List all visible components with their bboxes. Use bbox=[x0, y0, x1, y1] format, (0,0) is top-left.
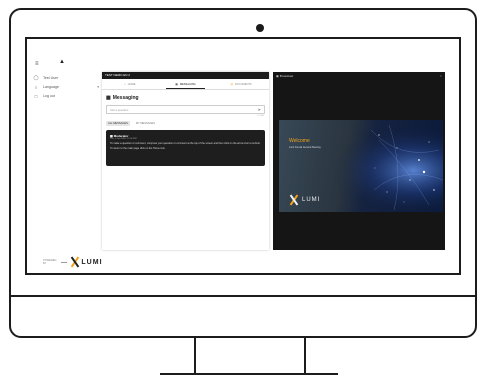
powered-by-label: POWERED BY bbox=[43, 259, 57, 265]
ask-question-placeholder: Ask a question bbox=[110, 107, 129, 112]
sidebar-item-user[interactable]: ◯ Test User bbox=[31, 74, 101, 82]
document-icon: ▤ bbox=[230, 82, 234, 86]
broadcast-video[interactable]: Welcome Lumi Annual General Meeting LUMI bbox=[279, 120, 443, 212]
tab-label: DOCUMENTS bbox=[235, 82, 252, 86]
chat-icon: ▩ bbox=[106, 95, 111, 101]
moderator-message: ▩ Moderator Thu, 1 Jan 2020, 12:00 PM To… bbox=[106, 130, 265, 166]
logout-icon: □ bbox=[34, 93, 38, 99]
lumi-logo-icon bbox=[70, 256, 79, 268]
lumi-logo-icon bbox=[289, 194, 299, 206]
upload-icon[interactable]: ▲ bbox=[59, 59, 65, 65]
video-subtitle: Lumi Annual General Meeting bbox=[289, 146, 321, 149]
tab-label: MESSAGING bbox=[179, 82, 196, 86]
broadcast-panel: ▣ Broadcast ✕ Welcome Lumi Annual Genera… bbox=[273, 72, 445, 250]
broadcast-title-text: Broadcast bbox=[279, 74, 294, 78]
monitor-chin bbox=[9, 295, 477, 297]
tab-home[interactable]: ⌂ HOME bbox=[102, 79, 158, 89]
video-welcome-text: Welcome bbox=[289, 138, 310, 144]
message-text: To return to the main page click on the … bbox=[110, 146, 166, 150]
globe-icon: ○ bbox=[34, 84, 38, 90]
broadcast-header: ▣ Broadcast ✕ bbox=[273, 72, 445, 80]
tab-bar: ⌂ HOME ▩ MESSAGING ▤ DOCUMENTS bbox=[102, 79, 269, 90]
lumi-wordmark: LUMI bbox=[302, 197, 321, 203]
monitor-stand bbox=[194, 338, 306, 374]
filter-all-messages[interactable]: ALL MESSAGES bbox=[106, 121, 130, 126]
chevron-down-icon: ▾ bbox=[97, 85, 99, 89]
screen: ≡ ▲ ◯ Test User ○ Language ▾ □ Log out P… bbox=[25, 37, 461, 275]
sidebar-item-label: Test User bbox=[43, 76, 59, 80]
filter-my-messages[interactable]: MY MESSAGES bbox=[134, 121, 157, 126]
meeting-title: TEST DEMO EN 2 bbox=[102, 72, 269, 79]
home-icon: ⌂ bbox=[124, 82, 126, 86]
sidebar-item-label: Log out bbox=[43, 94, 55, 98]
char-counter: 0 / 500 bbox=[257, 115, 264, 117]
video-lumi-logo: LUMI bbox=[289, 194, 321, 206]
menu-icon[interactable]: ≡ bbox=[35, 61, 39, 67]
broadcast-title: ▣ Broadcast bbox=[276, 74, 293, 78]
powered-by-lumi: POWERED BY LUMI bbox=[43, 256, 103, 268]
messaging-title: Messaging bbox=[112, 95, 139, 101]
monitor-stand-base bbox=[160, 373, 338, 375]
message-filters: ALL MESSAGES MY MESSAGES bbox=[106, 121, 265, 126]
sidebar-item-language[interactable]: ○ Language ▾ bbox=[31, 83, 101, 91]
tab-documents[interactable]: ▤ DOCUMENTS bbox=[213, 79, 269, 89]
ask-question-input[interactable]: Ask a question ➤ bbox=[106, 105, 265, 114]
lumi-wordmark: LUMI bbox=[81, 258, 103, 266]
send-icon[interactable]: ➤ bbox=[258, 107, 261, 112]
person-icon: ◯ bbox=[33, 75, 39, 80]
sidebar-item-label: Language bbox=[43, 85, 59, 89]
messaging-panel: TEST DEMO EN 2 ⌂ HOME ▩ MESSAGING ▤ DOCU… bbox=[102, 72, 269, 250]
tab-label: HOME bbox=[127, 82, 136, 86]
message-text: To make a question or comment, compose y… bbox=[110, 142, 261, 145]
sidebar-top: ≡ ▲ bbox=[31, 59, 101, 73]
divider bbox=[61, 261, 67, 263]
message-time: Thu, 1 Jan 2020, 12:00 PM bbox=[110, 138, 137, 140]
chat-icon: ▩ bbox=[175, 82, 178, 86]
sidebar: ≡ ▲ ◯ Test User ○ Language ▾ □ Log out P… bbox=[31, 59, 103, 273]
webcam bbox=[256, 24, 264, 32]
screen-icon: ▣ bbox=[276, 74, 279, 78]
lumi-app: ≡ ▲ ◯ Test User ○ Language ▾ □ Log out P… bbox=[27, 39, 459, 273]
messaging-heading: ▩ Messaging bbox=[106, 95, 269, 101]
close-icon[interactable]: ✕ bbox=[439, 74, 442, 78]
tab-messaging[interactable]: ▩ MESSAGING bbox=[158, 79, 214, 89]
sidebar-item-logout[interactable]: □ Log out bbox=[31, 92, 101, 100]
